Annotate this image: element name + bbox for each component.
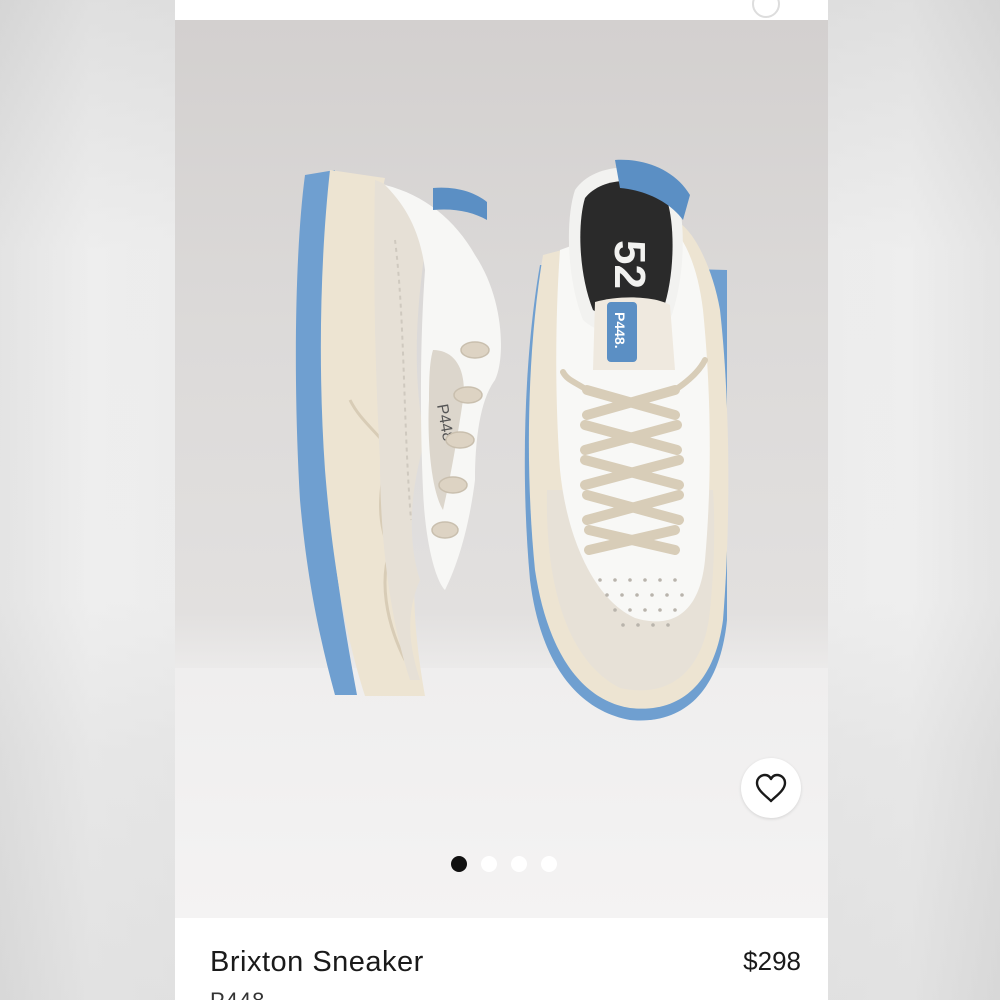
background-blur-left [0,0,175,1000]
product-brand[interactable]: P448 [210,988,265,1000]
right-shoe: 52 P448. [524,159,729,721]
gallery-pagination [451,856,557,872]
product-info: Brixton Sneaker $298 P448 [175,918,828,1000]
product-price: $298 [743,946,801,976]
svg-text:52: 52 [605,240,654,289]
menu-icon[interactable] [752,0,780,18]
top-bar [175,0,828,20]
pagination-dot-1[interactable] [451,856,467,872]
heart-outline-icon [755,773,787,803]
product-screen: P448 52 P448. Brixton Sneaker $298 [175,0,828,1000]
left-shoe: P448 [295,170,501,696]
background-blur-right [828,0,1000,1000]
pagination-dot-3[interactable] [511,856,527,872]
product-image: P448 52 P448. [295,159,729,721]
pagination-dot-4[interactable] [541,856,557,872]
favorite-button[interactable] [741,758,801,818]
pagination-dot-2[interactable] [481,856,497,872]
tongue-tag-text: P448. [612,312,628,349]
product-name[interactable]: Brixton Sneaker [210,946,424,979]
product-image-gallery[interactable]: P448 52 P448. [175,20,828,918]
